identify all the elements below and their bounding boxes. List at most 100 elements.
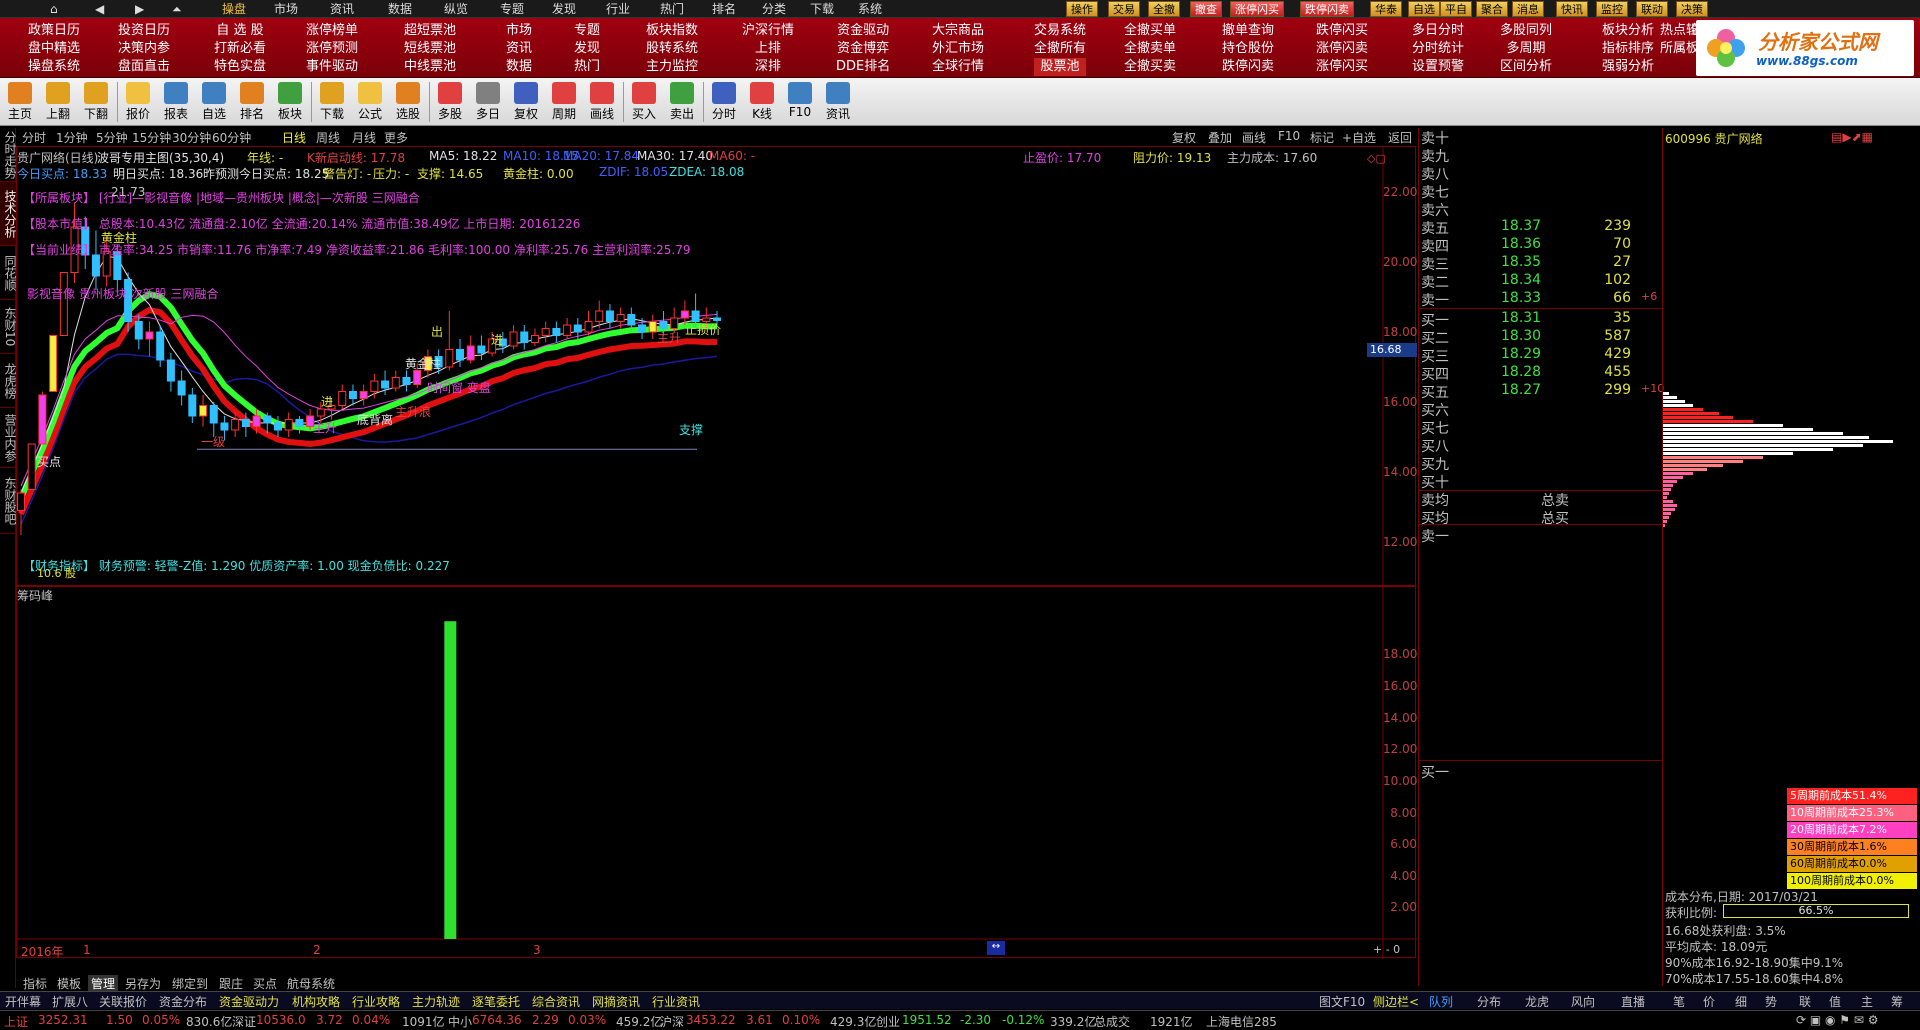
toolbar-button[interactable]: F10 — [782, 80, 818, 124]
quick-button[interactable]: 涨停闪买 — [1230, 1, 1284, 17]
menu-item[interactable]: 政策日历 — [28, 22, 80, 40]
menu-item[interactable]: 发现 — [574, 40, 600, 58]
topnav-item[interactable]: 行业 — [606, 0, 630, 18]
menu-item[interactable]: 资金博弈 — [836, 40, 890, 58]
menu-item[interactable]: 投资日历 — [118, 22, 170, 40]
orderbook-row[interactable]: 买一 18.31 35 — [1421, 310, 1659, 329]
quick-button[interactable]: 撤查 — [1190, 1, 1222, 17]
menu-item[interactable]: 区间分析 — [1500, 58, 1552, 76]
menu-item[interactable]: 强弱分析 — [1602, 58, 1654, 76]
orderbook-row[interactable]: 卖一 18.33 66 +6 — [1421, 290, 1659, 309]
menu-item[interactable]: 资金驱动 — [836, 22, 890, 40]
orderbook-row[interactable]: 买三 18.29 429 — [1421, 346, 1659, 365]
topnav-item[interactable]: 操盘 — [222, 0, 246, 18]
menu-item[interactable]: 打新必看 — [214, 40, 266, 58]
side-function-tab[interactable]: 龙虎 — [1522, 993, 1552, 1010]
function-tab[interactable]: 机构攻略 — [289, 993, 343, 1010]
chart-tool-button[interactable]: +自选 — [1342, 129, 1376, 146]
orderbook-row[interactable]: 卖十 — [1421, 128, 1659, 147]
menu-item[interactable]: 决策内参 — [118, 40, 170, 58]
main-kline-chart[interactable]: 22.00 20.00 18.00 16.00 14.00 12.00 贵广网络(日线) … — [16, 146, 1417, 587]
function-tab[interactable]: 网摘资讯 — [589, 993, 643, 1010]
side-function-tab[interactable]: 直播 — [1618, 993, 1648, 1010]
chart-tool-button[interactable]: 叠加 — [1208, 129, 1232, 146]
chart-tool-button[interactable]: 复权 — [1172, 129, 1196, 146]
function-tab[interactable]: 开伴幕 — [2, 993, 44, 1010]
side-function-tab[interactable]: 联 — [1796, 993, 1814, 1010]
menu-item[interactable]: 自 选 股 — [214, 22, 266, 40]
menu-item[interactable]: 全撤买单 — [1124, 22, 1176, 40]
orderbook-row[interactable]: 卖五 18.37 239 — [1421, 218, 1659, 237]
chart-tool-button[interactable]: 画线 — [1242, 129, 1266, 146]
orderbook-row[interactable]: 买二 18.30 587 — [1421, 328, 1659, 347]
menu-item[interactable]: 短线票池 — [404, 40, 456, 58]
side-function-tab[interactable]: 主 — [1858, 993, 1876, 1010]
menu-item[interactable]: 撤单查询 — [1222, 22, 1274, 40]
side-tab[interactable]: 龙虎榜 — [0, 354, 17, 408]
period-tab[interactable]: 周线 — [316, 129, 340, 146]
toolbar-button[interactable]: 画线 — [584, 80, 620, 124]
back-icon[interactable]: ◀ — [95, 0, 104, 18]
function-tab[interactable]: 行业攻略 — [349, 993, 403, 1010]
menu-item[interactable]: 板块分析 — [1602, 22, 1654, 40]
side-function-tab[interactable]: 风向 — [1568, 993, 1598, 1010]
menu-item[interactable]: 全球行情 — [932, 58, 984, 76]
home-icon[interactable]: ⌂ — [50, 0, 58, 18]
side-tab[interactable]: 东财股吧 — [0, 468, 17, 534]
period-tab[interactable]: 15分钟 — [132, 129, 171, 146]
menu-item[interactable]: 超短票池 — [404, 22, 456, 40]
menu-item[interactable]: 主力监控 — [646, 58, 698, 76]
indicator-tab[interactable]: 管理 — [88, 975, 119, 992]
menu-item[interactable]: 设置预警 — [1412, 58, 1464, 76]
toolbar-button[interactable]: 卖出 — [664, 80, 700, 124]
menu-item[interactable]: 全撤所有 — [1034, 40, 1086, 58]
orderbook-row[interactable]: 卖九 — [1421, 146, 1659, 165]
menu-item[interactable]: 多股同列 — [1500, 22, 1552, 40]
menu-item[interactable]: 数据 — [506, 58, 532, 76]
indicator-tab[interactable]: 买点 — [250, 975, 280, 992]
menu-item[interactable]: 板块指数 — [646, 22, 698, 40]
forward-icon[interactable]: ▶ — [135, 0, 144, 18]
menu-item[interactable]: 资讯 — [506, 40, 532, 58]
chart-tool-button[interactable]: 标记 — [1310, 129, 1334, 146]
side-tab[interactable]: 营业内参 — [0, 408, 17, 468]
toolbar-button[interactable]: 板块 — [272, 80, 308, 124]
topnav-item[interactable]: 专题 — [500, 0, 524, 18]
toolbar-button[interactable]: 周期 — [546, 80, 582, 124]
orderbook-row[interactable]: 卖三 18.35 27 — [1421, 254, 1659, 273]
toolbar-button[interactable]: 自选 — [196, 80, 232, 124]
orderbook-row[interactable]: 买六 — [1421, 400, 1659, 419]
orderbook-row[interactable]: 买七 — [1421, 418, 1659, 437]
menu-item[interactable]: 上排 — [742, 40, 794, 58]
orderbook-row[interactable]: 卖二 18.34 102 — [1421, 272, 1659, 291]
orderbook-row[interactable]: 买九 — [1421, 454, 1659, 473]
side-tab[interactable]: 同花顺 — [0, 246, 17, 300]
toolbar-button[interactable]: 上翻 — [40, 80, 76, 124]
menu-item[interactable]: 事件驱动 — [306, 58, 358, 76]
toolbar-button[interactable]: 资讯 — [820, 80, 856, 124]
menu-item[interactable]: 全撤买卖 — [1124, 58, 1176, 76]
indicator-tab[interactable]: 指标 — [20, 975, 50, 992]
topnav-item[interactable]: 系统 — [858, 0, 882, 18]
quick-button[interactable]: 聚合 — [1476, 1, 1508, 17]
zoom-controls[interactable]: + - 0 — [1373, 943, 1400, 956]
side-function-tab[interactable]: 侧边栏< — [1370, 993, 1422, 1010]
topnav-item[interactable]: 排名 — [712, 0, 736, 18]
menu-item[interactable]: 中线票池 — [404, 58, 456, 76]
quick-button[interactable]: 监控 — [1596, 1, 1628, 17]
diamond-icon[interactable]: ◇▢ — [1367, 152, 1386, 165]
toolbar-button[interactable]: 复权 — [508, 80, 544, 124]
toolbar-button[interactable]: 报表 — [158, 80, 194, 124]
menu-item[interactable]: 股票池 — [1034, 58, 1087, 76]
function-tab[interactable]: 行业资讯 — [649, 993, 703, 1010]
menu-item[interactable]: 大宗商品 — [932, 22, 984, 40]
toolbar-button[interactable]: 主页 — [2, 80, 38, 124]
function-tab[interactable]: 资金驱动力 — [216, 993, 282, 1010]
menu-item[interactable]: 跌停闪买 — [1316, 22, 1368, 40]
menu-item[interactable]: 交易系统 — [1034, 22, 1086, 40]
quick-button[interactable]: 联动 — [1636, 1, 1668, 17]
menu-item[interactable]: 沪深行情 — [742, 22, 794, 40]
orderbook-row[interactable]: 买四 18.28 455 — [1421, 364, 1659, 383]
quick-button[interactable]: 跌停闪卖 — [1300, 1, 1354, 17]
topnav-item[interactable]: 热门 — [660, 0, 684, 18]
